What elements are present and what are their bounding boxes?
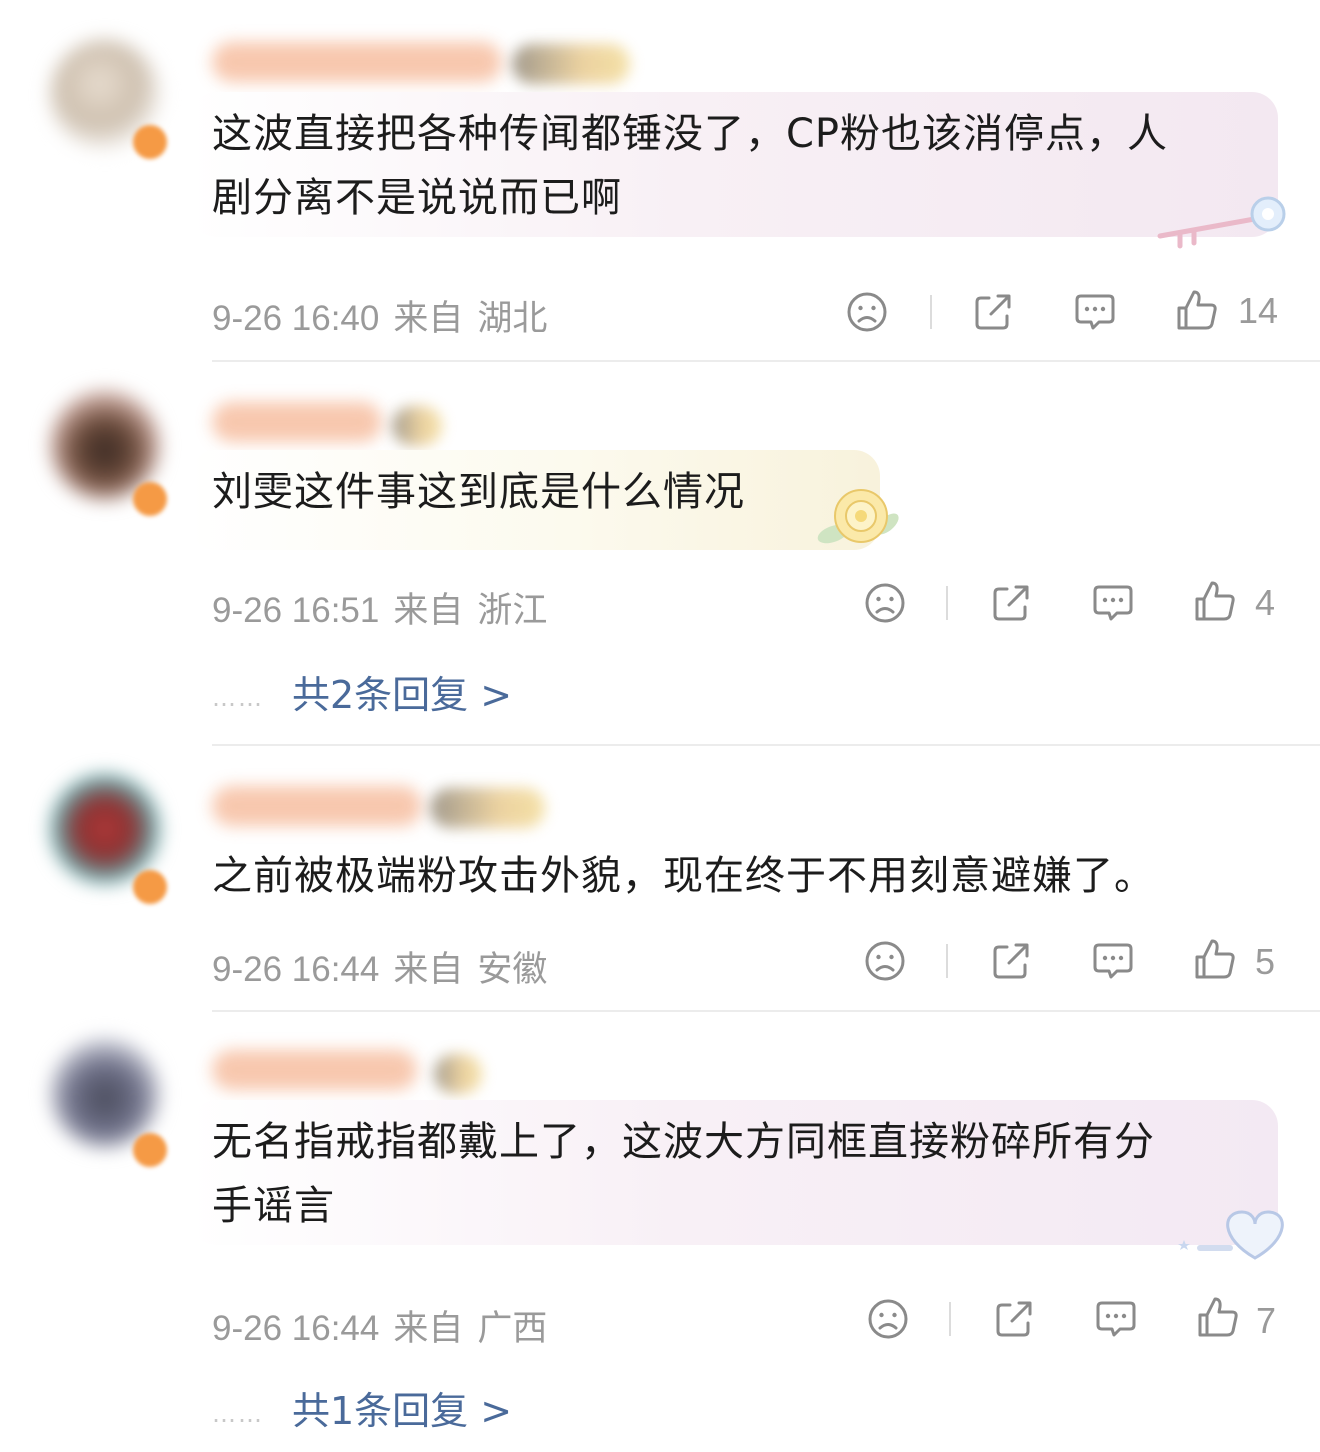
comment-location: 浙江 (477, 591, 548, 630)
thumbs-up-icon[interactable] (1175, 288, 1219, 332)
comment-date: 9-26 16:44 (212, 950, 380, 989)
comment-meta: 9-26 16:44 来自 广西 (212, 1300, 561, 1351)
username[interactable] (212, 1050, 417, 1090)
thumbs-up-icon[interactable] (1193, 937, 1237, 981)
comment-location: 安徽 (477, 950, 548, 989)
like-count: 4 (1255, 582, 1276, 623)
username[interactable] (212, 42, 502, 82)
user-badge (512, 44, 630, 84)
from-label: 来自 (393, 1309, 464, 1348)
comment-item: 刘雯这件事这到底是什么情况 9-26 16:51 来自 浙江 4 …… 共2条回复 > (0, 362, 1320, 746)
comment-icon[interactable] (1091, 581, 1135, 625)
avatar-badge (133, 870, 167, 904)
avatar-badge (133, 1133, 167, 1167)
comment-date: 9-26 16:51 (212, 591, 380, 630)
view-replies-link[interactable]: …… 共2条回复 > (212, 664, 512, 719)
replies-label[interactable]: 共1条回复 > (292, 1389, 512, 1433)
avatar-badge (133, 125, 167, 159)
share-icon[interactable] (971, 290, 1015, 334)
comment-meta: 9-26 16:40 来自 湖北 (212, 290, 561, 341)
comment-date: 9-26 16:44 (212, 1309, 380, 1348)
comment-text-line: 手谣言 (212, 1183, 335, 1229)
share-icon[interactable] (989, 939, 1033, 983)
flower-sticker-icon (817, 489, 899, 544)
from-label: 来自 (393, 950, 464, 989)
user-badge (392, 406, 442, 446)
username[interactable] (212, 402, 382, 442)
comment-text-line: 刘雯这件事这到底是什么情况 (212, 469, 745, 515)
from-label: 来自 (393, 299, 464, 338)
like-count: 14 (1238, 290, 1279, 331)
comment-location: 湖北 (477, 299, 548, 338)
share-icon[interactable] (989, 581, 1033, 625)
comment-icon[interactable] (1091, 939, 1135, 983)
sad-face-icon[interactable] (866, 1297, 910, 1341)
avatar[interactable] (50, 774, 160, 884)
from-label: 来自 (393, 591, 464, 630)
comment-location: 广西 (477, 1309, 548, 1348)
comment-text: 无名指戒指都戴上了，这波大方同框直接粉碎所有分 手谣言 (212, 1110, 1155, 1238)
thumbs-up-icon[interactable] (1193, 579, 1237, 623)
comment-meta: 9-26 16:51 来自 浙江 (212, 582, 561, 633)
username[interactable] (212, 786, 422, 826)
avatar-badge (133, 482, 167, 516)
comment-icon[interactable] (1073, 290, 1117, 334)
comment-item: 这波直接把各种传闻都锤没了，CP粉也该消停点，人 剧分离不是说说而已啊 9-26… (0, 0, 1320, 362)
comment-text-line: 无名指戒指都戴上了，这波大方同框直接粉碎所有分 (212, 1119, 1155, 1165)
comment-text-line: 剧分离不是说说而已啊 (212, 175, 622, 221)
separator (930, 295, 932, 329)
comment-text-line: 这波直接把各种传闻都锤没了，CP粉也该消停点，人 (212, 111, 1169, 157)
like-count: 5 (1255, 941, 1276, 982)
avatar[interactable] (50, 1038, 160, 1148)
separator (946, 944, 948, 978)
user-badge (434, 1054, 482, 1094)
view-replies-link[interactable]: …… 共1条回复 > (212, 1380, 512, 1435)
user-badge (430, 788, 545, 828)
comment-text: 之前被极端粉攻击外貌，现在终于不用刻意避嫌了。 (212, 844, 1155, 908)
dots-icon: …… (212, 1399, 264, 1428)
comment-text: 刘雯这件事这到底是什么情况 (212, 460, 745, 524)
separator (946, 586, 948, 620)
replies-label[interactable]: 共2条回复 > (292, 673, 512, 717)
heart-sticker-icon (1178, 1210, 1284, 1260)
comment-item: 无名指戒指都戴上了，这波大方同框直接粉碎所有分 手谣言 9-26 16:44 来自… (0, 1012, 1320, 1452)
key-sticker-icon (1157, 196, 1286, 249)
comment-icon[interactable] (1094, 1297, 1138, 1341)
comment-text: 这波直接把各种传闻都锤没了，CP粉也该消停点，人 剧分离不是说说而已啊 (212, 102, 1168, 230)
comment-meta: 9-26 16:44 来自 安徽 (212, 941, 561, 992)
like-count: 7 (1256, 1300, 1277, 1341)
comment-text-line: 之前被极端粉攻击外貌，现在终于不用刻意避嫌了。 (212, 853, 1155, 899)
comment-date: 9-26 16:40 (212, 299, 380, 338)
sad-face-icon[interactable] (863, 939, 907, 983)
share-icon[interactable] (992, 1297, 1036, 1341)
sad-face-icon[interactable] (863, 581, 907, 625)
thumbs-up-icon[interactable] (1196, 1295, 1240, 1339)
separator (949, 1302, 951, 1336)
dots-icon: …… (212, 683, 264, 712)
comment-item: 之前被极端粉攻击外貌，现在终于不用刻意避嫌了。 9-26 16:44 来自 安徽 5 (0, 746, 1320, 1012)
sad-face-icon[interactable] (845, 290, 889, 334)
